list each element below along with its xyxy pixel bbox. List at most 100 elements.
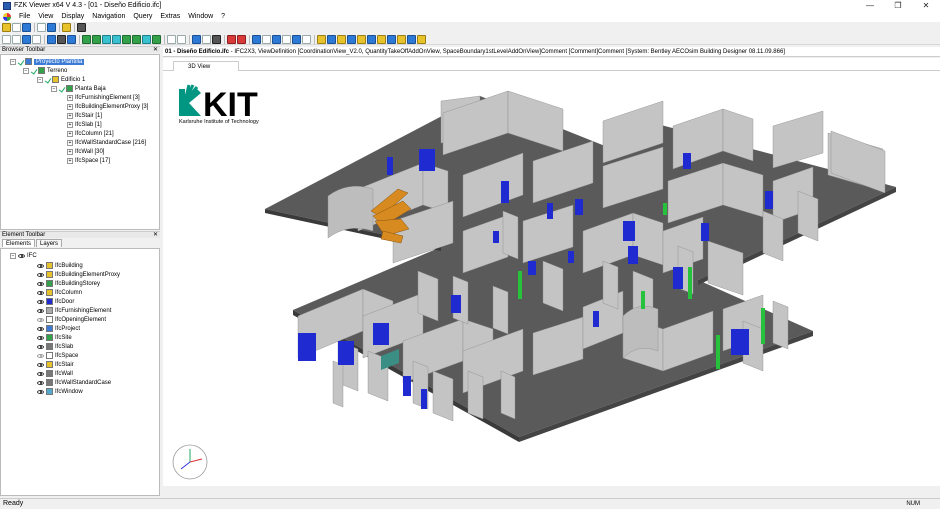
edges-icon[interactable]	[292, 34, 301, 44]
element-item[interactable]: IfcWallStandardCase	[37, 378, 111, 387]
view-back-icon[interactable]	[92, 34, 101, 44]
view-left-icon[interactable]	[102, 34, 111, 44]
color-icon[interactable]	[377, 34, 386, 44]
tree-item-storey[interactable]: − Planta Baja	[51, 84, 106, 93]
checkbox-icon[interactable]	[18, 59, 24, 65]
tab-3d-view[interactable]: 3D View	[173, 61, 239, 71]
fly-icon[interactable]	[67, 34, 76, 44]
element-item[interactable]: IfcSite	[37, 333, 72, 342]
close-button[interactable]: ✕	[912, 0, 940, 11]
menu-window[interactable]: Window	[184, 13, 217, 20]
clip-icon[interactable]	[212, 34, 221, 44]
highlight-icon[interactable]	[327, 34, 336, 44]
wireframe-icon[interactable]	[262, 34, 271, 44]
collapse-icon[interactable]: −	[51, 85, 57, 92]
isolate-icon[interactable]	[357, 34, 366, 44]
transparent-icon[interactable]	[272, 34, 281, 44]
eye-icon[interactable]	[37, 335, 44, 340]
menu-file[interactable]: File	[15, 13, 34, 20]
eye-icon[interactable]	[37, 299, 44, 304]
axis-icon[interactable]	[177, 34, 186, 44]
expand-icon[interactable]: +	[67, 139, 73, 146]
tree-item[interactable]: + IfcWall [30]	[67, 147, 104, 156]
tree-item-ifc[interactable]: − IFC	[10, 251, 37, 260]
save-icon[interactable]	[22, 23, 31, 32]
element-item[interactable]: IfcWall	[37, 369, 73, 378]
close-icon[interactable]: ✕	[153, 232, 158, 239]
building-model[interactable]: KIT Karlsruhe Institute of Technology	[163, 71, 940, 486]
view-front-icon[interactable]	[82, 34, 91, 44]
menu-help[interactable]: ?	[217, 13, 229, 20]
dropdown-icon[interactable]	[12, 23, 21, 32]
eye-closed-icon[interactable]	[37, 353, 44, 358]
3d-viewport[interactable]: KIT Karlsruhe Institute of Technology	[163, 71, 940, 486]
expand-icon[interactable]: +	[67, 103, 73, 110]
tree-item-building[interactable]: − Edificio 1	[37, 75, 85, 84]
element-item[interactable]: IfcBuildingElementProxy	[37, 270, 120, 279]
expand-icon[interactable]: +	[67, 121, 73, 128]
help-icon[interactable]	[62, 23, 71, 32]
report-icon[interactable]	[407, 34, 416, 44]
expand-icon[interactable]: +	[67, 148, 73, 155]
eye-icon[interactable]	[37, 371, 44, 376]
element-item[interactable]: IfcProject	[37, 324, 80, 333]
element-item[interactable]: IfcColumn	[37, 288, 82, 297]
copy-icon[interactable]	[37, 23, 46, 32]
eye-icon[interactable]	[37, 290, 44, 295]
print-icon[interactable]	[47, 23, 56, 32]
eye-icon[interactable]	[37, 344, 44, 349]
view-persp-icon[interactable]	[152, 34, 161, 44]
zoom-icon[interactable]	[22, 34, 31, 44]
view-iso-icon[interactable]	[132, 34, 141, 44]
element-item[interactable]: IfcWindow	[37, 387, 83, 396]
eye-icon[interactable]	[37, 362, 44, 367]
collapse-icon[interactable]: −	[10, 58, 16, 65]
element-item[interactable]: IfcSpace	[37, 351, 78, 360]
hide-icon[interactable]	[337, 34, 346, 44]
eye-icon[interactable]	[37, 272, 44, 277]
eye-icon[interactable]	[18, 253, 25, 258]
element-item[interactable]: IfcFurnishingElement	[37, 306, 111, 315]
show-all-icon[interactable]	[347, 34, 356, 44]
tab-layers[interactable]: Layers	[36, 239, 63, 247]
eye-icon[interactable]	[37, 308, 44, 313]
tree-item-site[interactable]: − Terreno	[23, 66, 67, 75]
snap-icon[interactable]	[192, 34, 201, 44]
browser-tree[interactable]: − Proyecto Plantilla − Terreno − Edifici…	[0, 54, 160, 230]
document-icon[interactable]	[3, 12, 11, 21]
menu-query[interactable]: Query	[129, 13, 156, 20]
menu-extras[interactable]: Extras	[156, 13, 184, 20]
query-icon[interactable]	[397, 34, 406, 44]
select-icon[interactable]	[2, 34, 11, 44]
tree-item-project[interactable]: − Proyecto Plantilla	[10, 57, 85, 66]
element-tree[interactable]: − IFC IfcBuilding IfcBuildingElementProx…	[0, 248, 160, 496]
zoom-window-icon[interactable]	[12, 34, 21, 44]
orientation-gizmo[interactable]	[172, 444, 208, 480]
collapse-icon[interactable]: −	[10, 252, 16, 259]
eye-icon[interactable]	[37, 389, 44, 394]
tab-elements[interactable]: Elements	[2, 239, 36, 247]
tools-icon[interactable]	[77, 23, 86, 32]
open-icon[interactable]	[2, 23, 11, 32]
view-top-icon[interactable]	[122, 34, 131, 44]
section-icon[interactable]	[202, 34, 211, 44]
expand-icon[interactable]: +	[67, 94, 73, 101]
view-bottom-icon[interactable]	[142, 34, 151, 44]
collapse-icon[interactable]: −	[23, 67, 29, 74]
expand-icon[interactable]: +	[67, 130, 73, 137]
orbit-icon[interactable]	[47, 34, 56, 44]
eye-icon[interactable]	[37, 326, 44, 331]
checkbox-icon[interactable]	[45, 77, 51, 83]
eye-icon[interactable]	[37, 263, 44, 268]
element-item[interactable]: IfcBuilding	[37, 261, 83, 270]
eye-icon[interactable]	[37, 281, 44, 286]
tree-item[interactable]: + IfcColumn [21]	[67, 129, 114, 138]
close-icon[interactable]: ✕	[153, 47, 158, 54]
tree-item[interactable]: + IfcSlab [1]	[67, 120, 102, 129]
collapse-icon[interactable]: −	[37, 76, 43, 83]
menu-navigation[interactable]: Navigation	[88, 13, 129, 20]
view-right-icon[interactable]	[112, 34, 121, 44]
move-icon[interactable]	[227, 34, 236, 44]
filter-icon[interactable]	[317, 34, 326, 44]
tree-item[interactable]: + IfcFurnishingElement [3]	[67, 93, 140, 102]
